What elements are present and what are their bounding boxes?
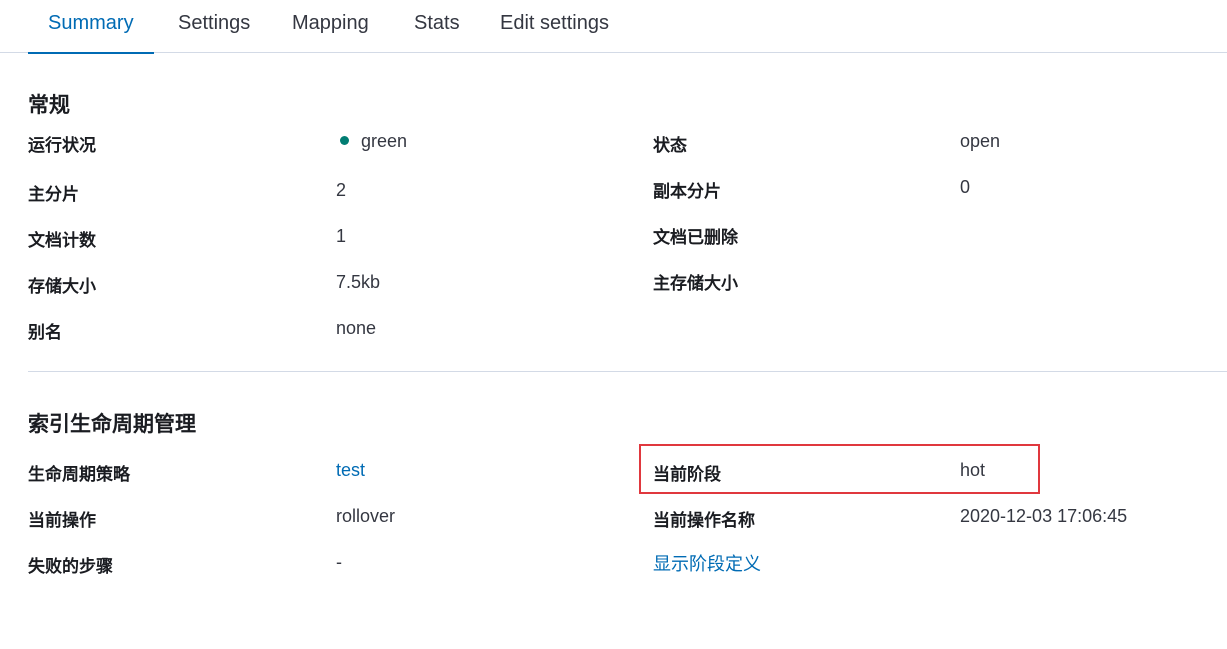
primaries-value: 2 xyxy=(336,180,347,200)
health-value: green xyxy=(340,131,407,152)
status-label: 状态 xyxy=(653,136,687,155)
storage-size-label: 存储大小 xyxy=(28,277,96,296)
primary-storage-label: 主存储大小 xyxy=(653,274,738,293)
current-action-time-label: 当前操作名称 xyxy=(653,511,755,530)
section-divider xyxy=(28,371,1227,372)
aliases-value: none xyxy=(336,318,377,338)
docs-deleted-label: 文档已删除 xyxy=(653,228,738,247)
health-label: 运行状况 xyxy=(28,136,96,155)
tab-summary[interactable]: Summary xyxy=(28,0,154,54)
storage-size-value: 7.5kb xyxy=(336,272,381,292)
highlight-box xyxy=(639,444,1040,494)
tab-edit-settings[interactable]: Edit settings xyxy=(500,0,609,53)
replicas-value: 0 xyxy=(960,177,971,197)
docs-count-label: 文档计数 xyxy=(28,231,96,250)
tab-settings[interactable]: Settings xyxy=(178,0,250,53)
replicas-label: 副本分片 xyxy=(653,182,721,201)
docs-count-value: 1 xyxy=(336,226,347,246)
tab-mapping[interactable]: Mapping xyxy=(292,0,369,53)
current-action-value: rollover xyxy=(336,506,396,526)
health-status-dot-icon xyxy=(340,135,349,145)
health-text: green xyxy=(361,131,408,151)
ilm-section-title: 索引生命周期管理 xyxy=(28,413,196,436)
show-phase-definition-link[interactable]: 显示阶段定义 xyxy=(653,550,761,576)
policy-label: 生命周期策略 xyxy=(28,465,130,484)
failed-step-label: 失败的步骤 xyxy=(28,557,113,576)
failed-step-value: - xyxy=(336,552,342,572)
policy-link[interactable]: test xyxy=(336,460,365,481)
aliases-label: 别名 xyxy=(28,323,62,342)
tab-stats[interactable]: Stats xyxy=(414,0,460,53)
tab-bar: Summary Settings Mapping Stats Edit sett… xyxy=(0,0,1227,54)
status-value: open xyxy=(960,131,1001,151)
current-action-label: 当前操作 xyxy=(28,511,96,530)
primaries-label: 主分片 xyxy=(28,185,79,204)
general-section-title: 常规 xyxy=(28,94,70,117)
current-action-time-value: 2020-12-03 17:06:45 xyxy=(960,506,1128,526)
